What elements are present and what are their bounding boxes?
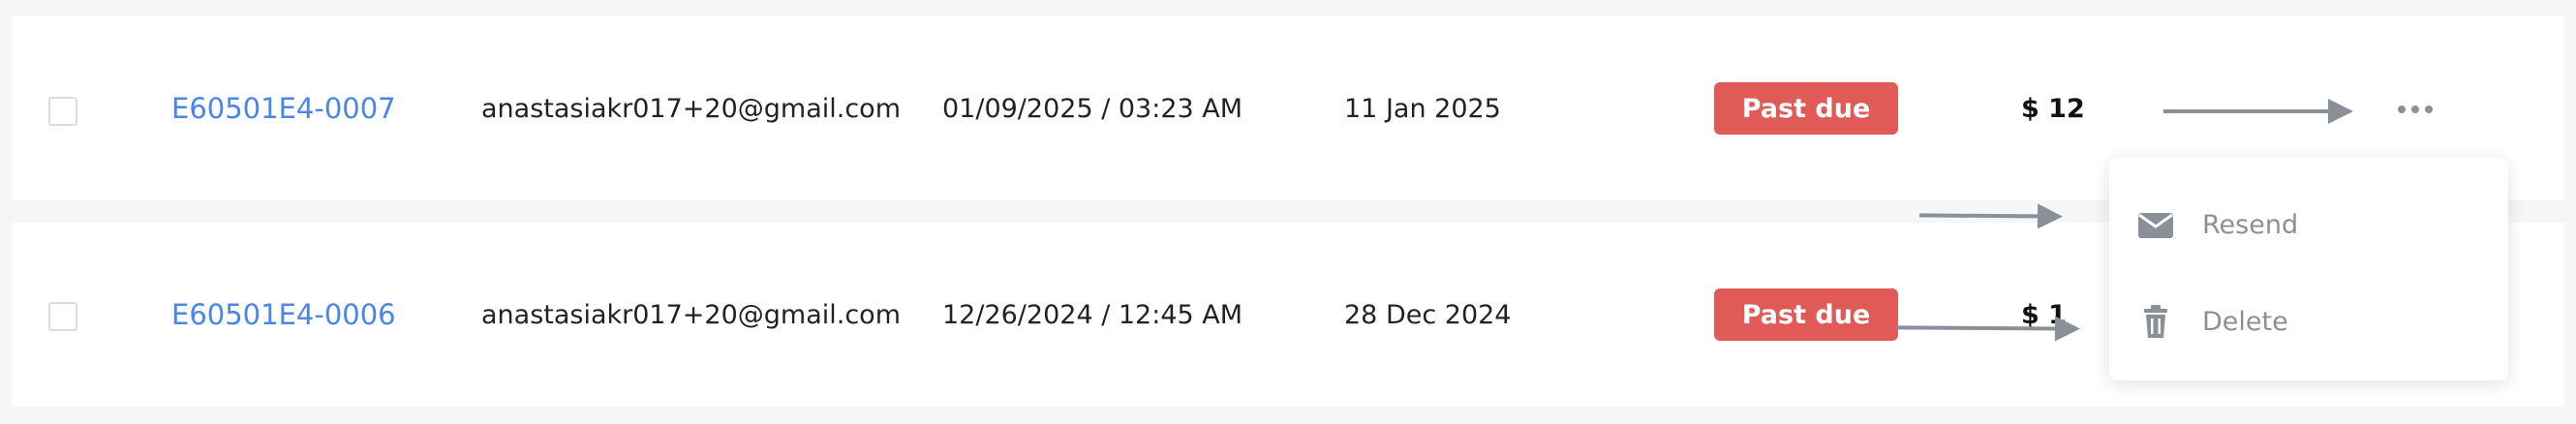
customer-email: anastasiakr017+20@gmail.com <box>481 299 902 330</box>
annotation-arrow <box>1918 213 2060 219</box>
more-options-button[interactable] <box>2398 106 2433 113</box>
due-date: 28 Dec 2024 <box>1344 299 1512 330</box>
menu-item-resend[interactable]: Resend <box>2109 181 2508 268</box>
menu-item-delete[interactable]: Delete <box>2109 278 2508 365</box>
trash-icon <box>2144 305 2167 338</box>
more-dot-icon <box>2425 106 2433 113</box>
envelope-icon <box>2138 213 2173 238</box>
annotation-arrow <box>2163 99 2353 124</box>
amount: $ 12 <box>2021 93 2085 124</box>
invoice-id-link[interactable]: E60501E4-0006 <box>171 298 396 331</box>
row-checkbox[interactable] <box>48 97 77 126</box>
menu-item-label: Resend <box>2202 209 2299 240</box>
more-dot-icon <box>2411 106 2419 113</box>
invoice-id-link[interactable]: E60501E4-0007 <box>171 92 396 125</box>
due-date: 11 Jan 2025 <box>1344 93 1501 124</box>
customer-email: anastasiakr017+20@gmail.com <box>481 93 902 124</box>
row-actions-menu: Resend Delete <box>2109 158 2508 380</box>
row-checkbox[interactable] <box>48 302 77 331</box>
created-datetime: 01/09/2025 / 03:23 AM <box>942 93 1243 124</box>
more-dot-icon <box>2398 106 2406 113</box>
created-datetime: 12/26/2024 / 12:45 AM <box>942 299 1243 330</box>
status-badge: Past due <box>1714 288 1898 341</box>
menu-item-label: Delete <box>2202 306 2288 337</box>
status-badge: Past due <box>1714 82 1898 135</box>
